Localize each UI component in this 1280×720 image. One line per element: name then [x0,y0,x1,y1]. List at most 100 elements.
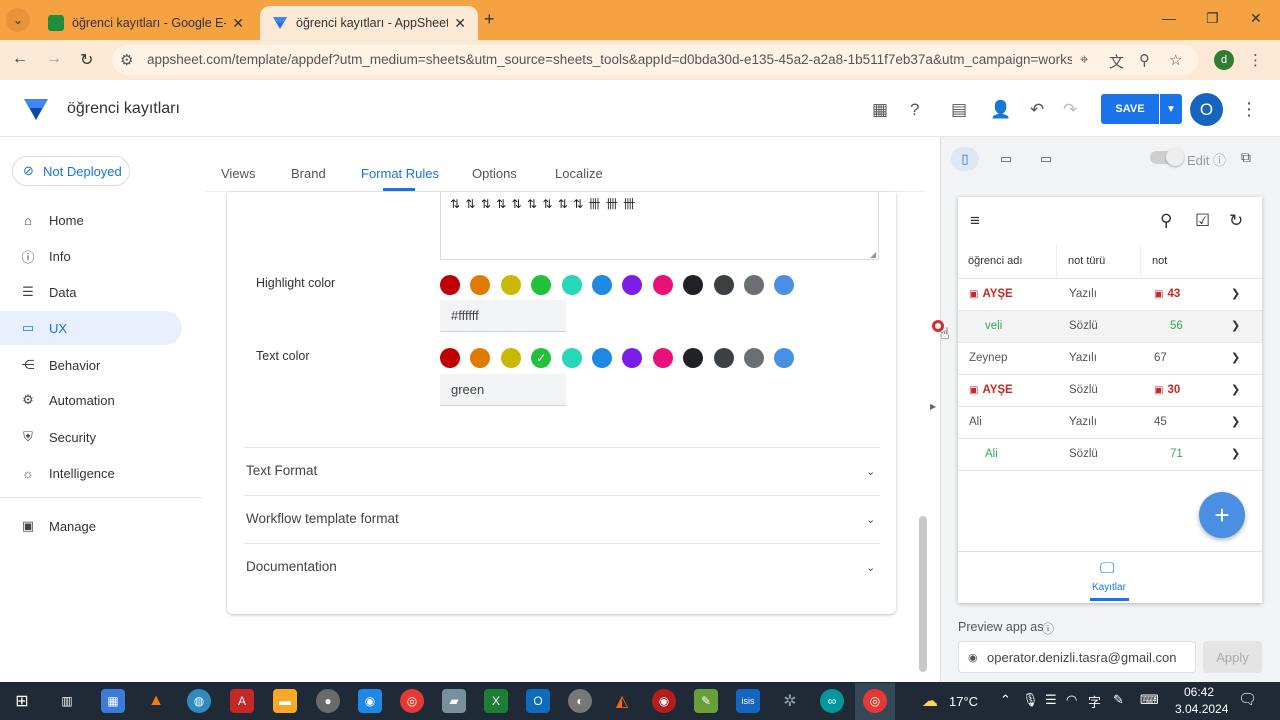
preview-divider[interactable] [940,137,941,682]
color-swatch[interactable] [592,348,612,368]
sidebar-item-security[interactable]: ⛨ Security [0,420,182,454]
color-swatch[interactable] [592,275,612,295]
sidebar-item-home[interactable]: ⌂ Home [0,203,182,237]
outlook-icon[interactable]: O [526,689,550,713]
tab-localize[interactable]: Localize [555,166,603,181]
globe-icon[interactable]: ◍ [187,689,211,713]
browser-profile-avatar[interactable]: d [1214,50,1234,70]
minimize-icon[interactable]: — [1162,10,1176,26]
gallery-icon[interactable]: ▤ [951,100,967,120]
excel-icon[interactable]: X [484,689,508,713]
weather-temp[interactable]: 17°C [949,694,978,709]
sort-icons-row[interactable]: ⇅ ⇅ ⇅ ⇅ ⇅ ⇅ ⇅ ⇅ ⇅ 卌 卌 卌 [450,195,636,212]
preview-email-input[interactable]: operator.denizli.tasra@gmail.con [958,641,1196,673]
tab-brand[interactable]: Brand [291,166,326,181]
save-dropdown-button[interactable]: ▼ [1160,94,1182,124]
color-swatch[interactable] [713,348,734,368]
color-swatch[interactable] [561,275,582,295]
deploy-status-chip[interactable]: ⊘ Not Deployed [12,156,130,186]
undo-icon[interactable]: ↶ [1030,100,1044,120]
chrome-icon[interactable]: ◎ [863,689,887,713]
site-info-icon[interactable]: ⚙ [120,51,133,69]
color-swatch[interactable] [561,348,582,368]
sidebar-item-info[interactable]: ⓘ Info [0,239,182,273]
search-icon[interactable]: ⚲ [1160,211,1172,231]
vlc-icon[interactable]: ▲ [144,689,168,713]
chevron-right-icon[interactable]: ❯ [1231,287,1240,300]
keyboard-icon[interactable]: ⌨ [1140,692,1159,708]
file-explorer-icon[interactable]: ▬ [273,689,297,713]
chevron-down-icon[interactable]: ⌄ [866,465,875,478]
add-user-icon[interactable]: 👤 [990,100,1011,120]
location-blocked-icon[interactable]: ⌖ [1080,51,1088,68]
bug-icon[interactable]: ✲ [778,689,802,713]
record-icon[interactable]: ◉ [652,689,676,713]
browser-menu-icon[interactable]: ⋮ [1248,51,1263,69]
notification-icon[interactable]: 🗨 [1238,690,1257,708]
text-format-section[interactable]: Text Format [246,463,317,478]
sidebar-item-ux[interactable]: ▭ UX [0,311,182,345]
desktop-view-icon[interactable]: ▭ [1032,147,1060,171]
clock-time[interactable]: 06:42 [1184,685,1214,699]
tab-views[interactable]: Views [221,166,255,181]
restore-icon[interactable]: ❐ [1206,10,1219,27]
chevron-right-icon[interactable]: ❯ [1231,415,1240,428]
color-swatch[interactable] [500,275,521,295]
highlight-color-input[interactable]: #ffffff [440,300,566,332]
translate-icon[interactable]: 文 [1109,51,1124,72]
color-swatch[interactable] [744,348,764,368]
sidebar-item-data[interactable]: ☰ Data [0,275,182,309]
chevron-down-icon[interactable]: ⌄ [866,513,875,526]
color-swatch[interactable] [440,275,460,295]
microphone-icon[interactable]: 🎙 [1022,692,1039,708]
color-swatch[interactable] [440,348,460,368]
chevron-right-icon[interactable]: ❯ [1231,351,1240,364]
matlab-icon[interactable]: ◭ [610,689,634,713]
color-swatch[interactable] [652,348,673,368]
sidebar-item-intelligence[interactable]: ☼ Intelligence [0,456,182,490]
account-avatar[interactable]: O [1190,93,1223,126]
color-swatch[interactable] [500,348,521,368]
menu-icon[interactable]: ≡ [970,211,980,231]
windows-start-icon[interactable]: ⊞ [10,689,34,713]
tab-google-sheets[interactable]: öğrenci kayıtları - Google E-Tab ✕ [36,6,256,40]
new-tab-button[interactable]: + [484,9,495,30]
network-icon[interactable]: ☰ [1045,692,1057,708]
bottom-nav-kayitlar[interactable]: Kayıtlar [1092,582,1126,593]
appsheet-logo-icon[interactable] [22,96,50,125]
desktop-icon[interactable]: 🖵 [1100,560,1114,577]
notepad-icon[interactable]: ▰ [442,689,466,713]
save-button[interactable]: SAVE [1101,94,1159,124]
more-options-icon[interactable]: ⋮ [1240,99,1258,120]
chevron-right-icon[interactable]: ❯ [1231,447,1240,460]
weather-icon[interactable]: ☁ [918,689,942,713]
forward-icon[interactable]: → [46,50,62,68]
column-header-type[interactable]: not türü [1068,255,1105,267]
chevron-right-icon[interactable]: ❯ [1231,319,1240,332]
clock-date[interactable]: 3.04.2024 [1175,702,1228,716]
apply-button[interactable]: Apply [1203,641,1262,673]
collapse-arrow-icon[interactable]: ▶ [930,402,936,411]
sidebar-item-behavior[interactable]: ⋲ Behavior [0,348,182,382]
acrobat-icon[interactable]: A [230,689,254,713]
tablet-view-icon[interactable]: ▭ [992,147,1020,171]
tab-options[interactable]: Options [472,166,517,181]
select-checkbox-icon[interactable]: ☑ [1195,211,1210,231]
close-icon[interactable]: ✕ [232,15,244,32]
url-text[interactable]: appsheet.com/template/appdef?utm_medium=… [147,52,1072,67]
chrome-icon[interactable]: ◎ [400,689,424,713]
sidebar-item-automation[interactable]: ⚙ Automation [0,383,182,417]
pen-icon[interactable]: ✎ [1113,692,1124,708]
color-swatch[interactable] [713,275,734,295]
tab-search-button[interactable]: ⌄ [6,8,30,32]
column-header-grade[interactable]: not [1152,255,1167,267]
table-row[interactable] [958,406,1262,438]
resize-handle-icon[interactable]: ◢ [870,250,876,259]
arduino-icon[interactable]: ∞ [820,689,844,713]
tab-appsheet[interactable]: öğrenci kayıtları - AppSheet ✕ [260,6,478,40]
zoom-icon[interactable]: ⚲ [1139,51,1150,69]
table-row[interactable] [958,438,1262,470]
color-swatch[interactable] [744,275,764,295]
chevron-right-icon[interactable]: ❯ [1231,383,1240,396]
text-color-input[interactable]: green [440,374,566,406]
